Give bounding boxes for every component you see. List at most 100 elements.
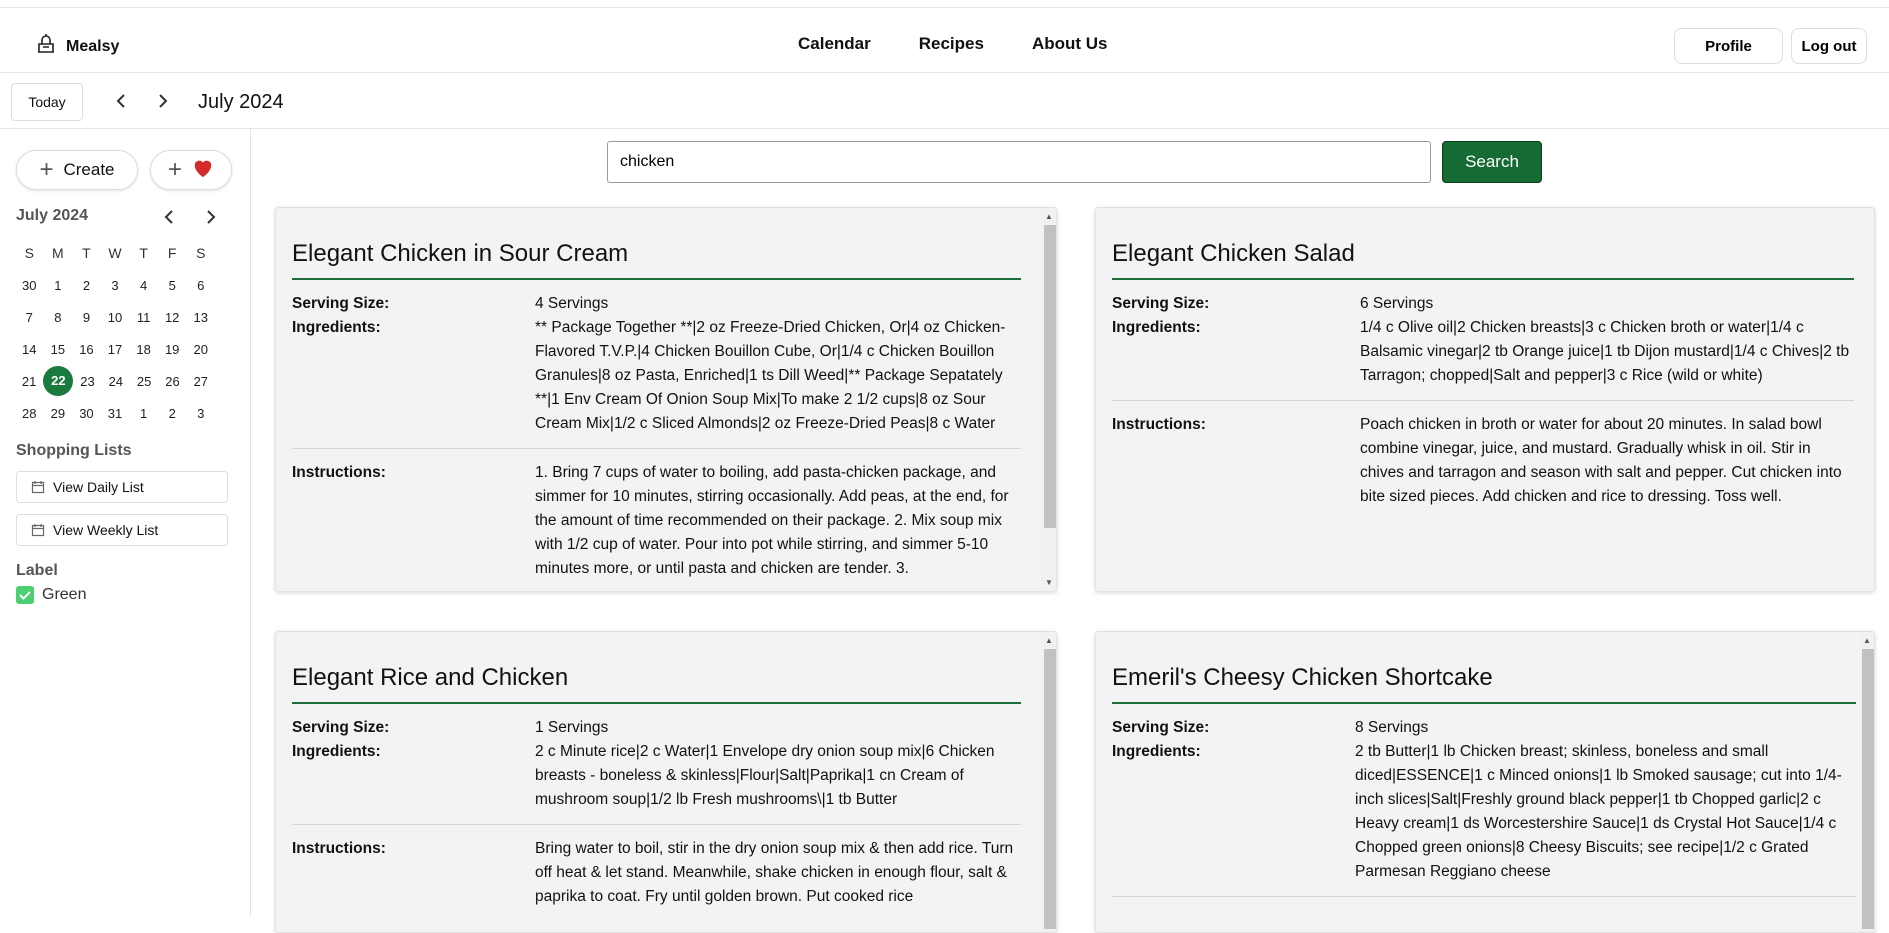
day-cell[interactable]: 7	[15, 310, 44, 325]
mini-calendar-week: 21 22 23 24 25 26 27	[15, 365, 215, 397]
day-cell[interactable]: 28	[15, 406, 44, 421]
scroll-down-icon[interactable]: ▼	[1045, 578, 1053, 587]
day-number: 14	[22, 341, 37, 357]
day-number: 16	[79, 341, 94, 357]
day-cell[interactable]: 1	[129, 406, 158, 421]
add-favorite-button[interactable]: +	[150, 150, 232, 190]
nav-link-about-us[interactable]: About Us	[1032, 34, 1108, 54]
day-cell[interactable]: 23	[73, 374, 101, 389]
day-number: 29	[50, 405, 66, 421]
scroll-up-icon[interactable]: ▲	[1863, 636, 1871, 645]
recipe-title: Elegant Chicken Salad	[1112, 208, 1854, 280]
scrollbar-thumb[interactable]	[1044, 649, 1056, 929]
day-cell[interactable]: 30	[72, 406, 101, 421]
day-cell[interactable]: 5	[158, 278, 187, 293]
checkbox-checked-icon[interactable]	[16, 586, 34, 604]
ingredients-label: Ingredients:	[1112, 743, 1201, 760]
day-cell[interactable]: 13	[186, 310, 215, 325]
search-button[interactable]: Search	[1442, 141, 1542, 183]
shopping-lists-title: Shopping Lists	[16, 442, 132, 459]
nav-links: Calendar Recipes About Us	[798, 34, 1108, 54]
day-cell[interactable]: 26	[158, 374, 186, 389]
chevron-right-icon[interactable]	[152, 91, 172, 111]
divider	[1112, 896, 1856, 897]
day-number: 17	[107, 341, 123, 357]
day-cell[interactable]: 17	[101, 342, 130, 357]
label-item-green[interactable]: Green	[16, 586, 86, 604]
view-weekly-list-button[interactable]: View Weekly List	[16, 514, 228, 546]
create-button[interactable]: + Create	[16, 150, 138, 190]
day-cell[interactable]: 1	[44, 278, 73, 293]
nav-link-calendar[interactable]: Calendar	[798, 34, 871, 54]
serving-size-value: 8 Servings	[1355, 719, 1429, 736]
scrollbar[interactable]: ▲	[1860, 632, 1874, 932]
day-cell[interactable]: 4	[129, 278, 158, 293]
day-cell[interactable]: 6	[186, 278, 215, 293]
day-cell[interactable]: 14	[15, 342, 44, 357]
day-cell[interactable]: 31	[101, 406, 130, 421]
scrollbar[interactable]: ▲ ▼	[1042, 208, 1056, 591]
chevron-right-icon[interactable]	[200, 207, 220, 227]
day-number: 3	[111, 277, 119, 293]
nav-link-recipes[interactable]: Recipes	[919, 34, 984, 54]
day-cell[interactable]: 2	[158, 406, 187, 421]
ingredients-label: Ingredients:	[292, 319, 381, 336]
scrollbar[interactable]: ▲	[1042, 632, 1056, 932]
scrollbar-thumb[interactable]	[1044, 225, 1056, 528]
serving-size-label: Serving Size:	[292, 295, 390, 312]
view-daily-list-button[interactable]: View Daily List	[16, 471, 228, 503]
plus-icon: +	[167, 156, 182, 183]
recipe-card[interactable]: Elegant Chicken Salad Serving Size: 6 Ser…	[1095, 207, 1875, 592]
brand-name: Mealsy	[66, 37, 120, 55]
recipe-card[interactable]: Elegant Chicken in Sour Cream Serving Si…	[275, 207, 1057, 592]
day-cell[interactable]: 18	[129, 342, 158, 357]
chevron-left-icon[interactable]	[160, 207, 180, 227]
weekday-label: M	[52, 245, 64, 261]
day-cell[interactable]: 3	[186, 406, 215, 421]
day-cell[interactable]: 16	[72, 342, 101, 357]
day-cell[interactable]: 25	[130, 374, 158, 389]
divider	[292, 448, 1021, 449]
daily-list-label: View Daily List	[53, 479, 144, 495]
scroll-up-icon[interactable]: ▲	[1045, 212, 1053, 221]
day-number: 30	[22, 277, 37, 293]
scroll-up-icon[interactable]: ▲	[1045, 636, 1053, 645]
day-cell[interactable]: 21	[15, 374, 43, 389]
brand[interactable]: Mealsy	[34, 32, 119, 61]
day-cell[interactable]: 30	[15, 278, 44, 293]
heart-icon	[192, 158, 214, 183]
day-cell[interactable]: 10	[101, 310, 130, 325]
recipe-card[interactable]: Elegant Rice and Chicken Serving Size: 1 …	[275, 631, 1057, 933]
create-label: Create	[63, 160, 115, 179]
today-button[interactable]: Today	[11, 83, 83, 121]
search-input[interactable]	[607, 141, 1431, 183]
day-cell[interactable]: 29	[44, 406, 73, 421]
day-cell[interactable]: 2	[72, 278, 101, 293]
logout-button[interactable]: Log out	[1791, 28, 1867, 64]
calendar-icon	[31, 524, 45, 537]
profile-button[interactable]: Profile	[1674, 28, 1783, 64]
day-cell[interactable]: 12	[158, 310, 187, 325]
day-cell[interactable]: 20	[186, 342, 215, 357]
day-cell[interactable]: 11	[129, 310, 158, 325]
day-cell[interactable]: 22	[43, 366, 74, 396]
day-cell[interactable]: 24	[102, 374, 130, 389]
day-cell[interactable]: 8	[44, 310, 73, 325]
serving-size-value: 6 Servings	[1360, 295, 1434, 312]
recipe-card[interactable]: Emeril's Cheesy Chicken Shortcake Servin…	[1095, 631, 1875, 933]
divider	[1112, 400, 1854, 401]
instructions-value: Bring water to boil, stir in the dry oni…	[535, 840, 1014, 905]
chevron-left-icon[interactable]	[112, 91, 132, 111]
label-item-text: Green	[42, 586, 87, 603]
day-cell[interactable]: 3	[101, 278, 130, 293]
weekly-list-label: View Weekly List	[53, 522, 159, 538]
day-cell[interactable]: 27	[187, 374, 215, 389]
sidebar: + Create + July 2024 S M T W T F S 30 1 2 3 4 5 6 7 8 9 1…	[0, 129, 251, 916]
scrollbar-thumb[interactable]	[1862, 649, 1874, 929]
day-number: 20	[193, 341, 208, 357]
mini-calendar-week: 14 15 16 17 18 19 20	[15, 333, 215, 365]
chef-hat-icon	[34, 32, 58, 61]
day-cell[interactable]: 9	[72, 310, 101, 325]
day-cell[interactable]: 19	[158, 342, 187, 357]
day-cell[interactable]: 15	[44, 342, 73, 357]
